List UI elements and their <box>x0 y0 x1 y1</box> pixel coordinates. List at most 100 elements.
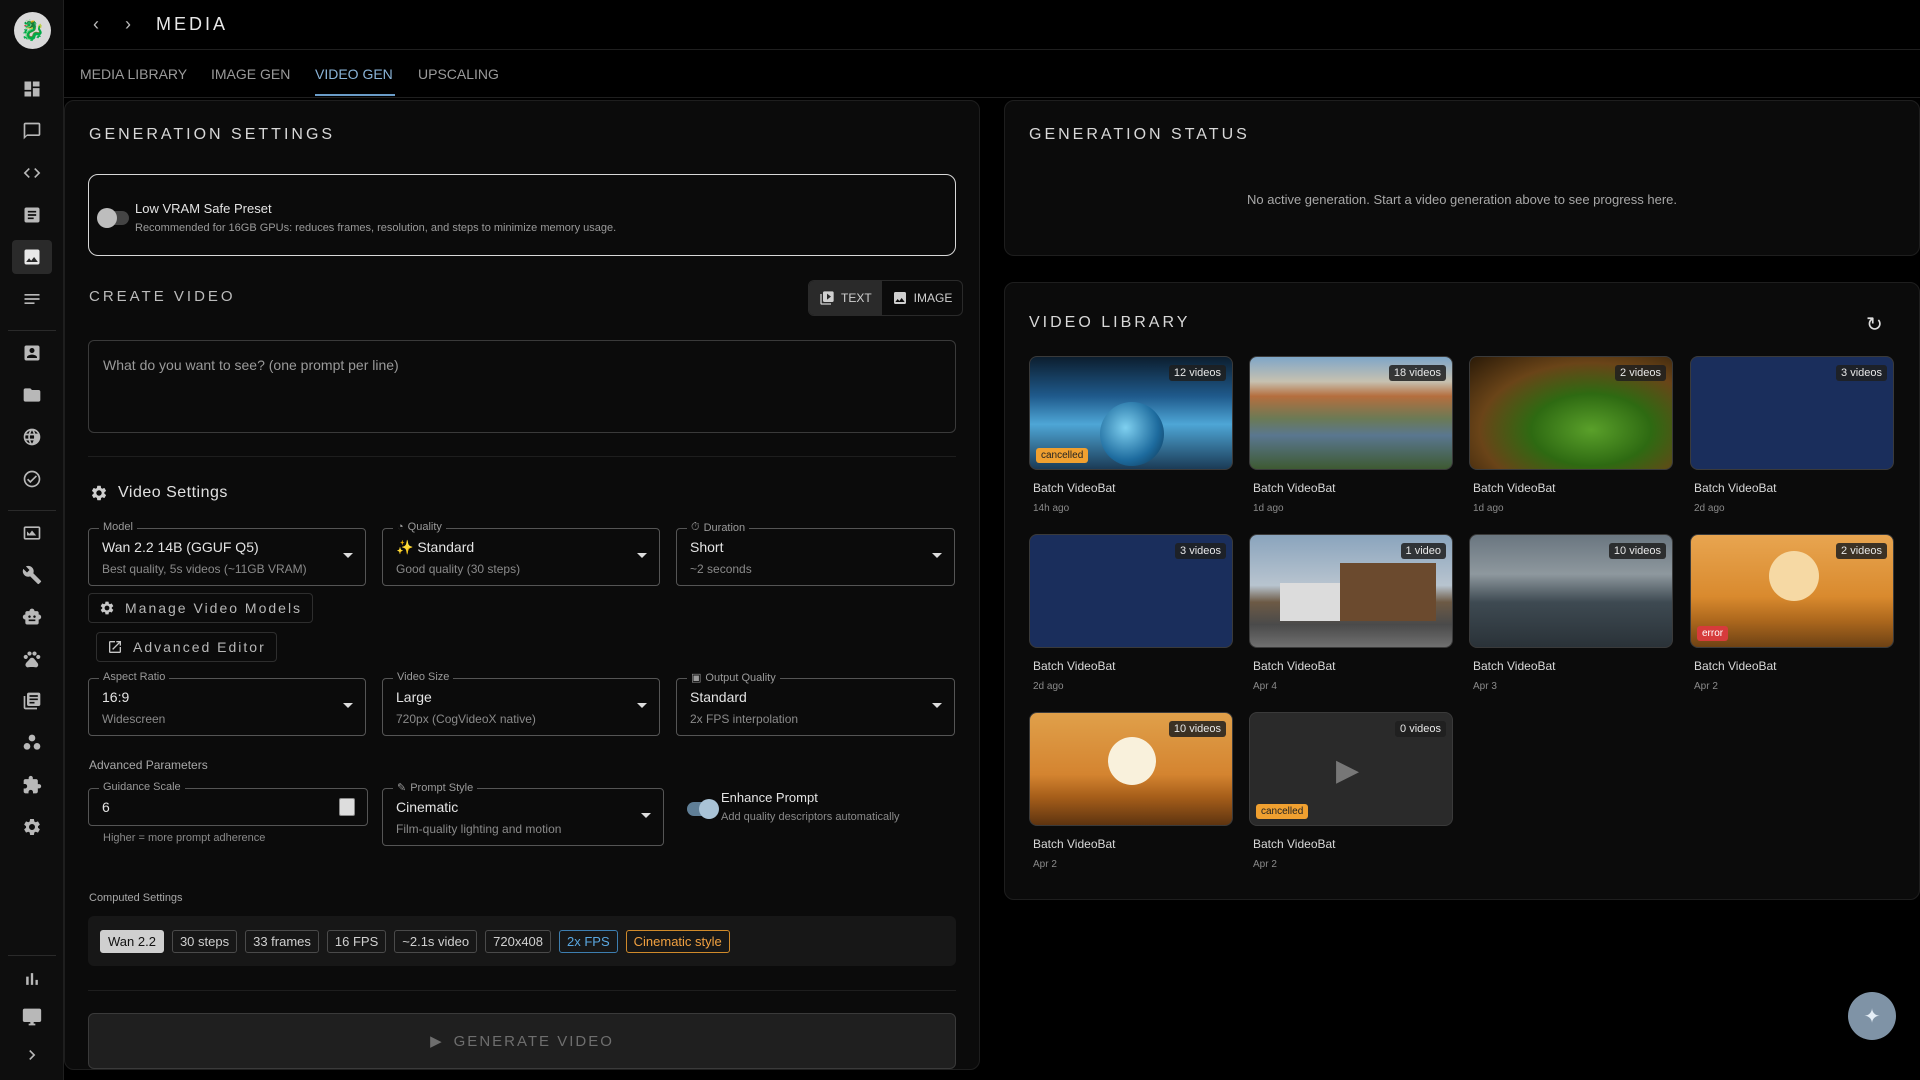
guidance-scale-input[interactable]: Guidance Scale 6 <box>88 781 368 826</box>
model-select[interactable]: Model Wan 2.2 14B (GGUF Q5) Best quality… <box>88 521 366 586</box>
size-label: Video Size <box>393 671 454 683</box>
document-icon[interactable] <box>12 198 52 232</box>
globe-icon[interactable] <box>12 420 52 454</box>
video-count: 2 videos <box>1836 543 1887 559</box>
dropdown-caret-icon <box>637 703 647 708</box>
chip-model: Wan 2.2 <box>100 929 164 953</box>
text-mode-label: TEXT <box>841 291 872 305</box>
library-thumbnail[interactable]: 18 videos <box>1249 356 1453 470</box>
dropdown-caret-icon <box>637 553 647 558</box>
library-thumbnail[interactable]: 2 videos error <box>1690 534 1894 648</box>
output-sub: 2x FPS interpolation <box>690 712 799 726</box>
robot-icon[interactable] <box>12 600 52 634</box>
library-item-date: Apr 4 <box>1253 681 1277 692</box>
library-thumbnail[interactable]: 12 videos cancelled <box>1029 356 1233 470</box>
advanced-parameters-title: Advanced Parameters <box>89 758 208 772</box>
model-value: Wan 2.2 14B (GGUF Q5) <box>102 539 259 555</box>
image-mode-button[interactable]: IMAGE <box>882 281 963 315</box>
notes-icon[interactable] <box>12 282 52 316</box>
aspect-value: 16:9 <box>102 689 130 705</box>
quality-label-wrap: ◔ Quality <box>393 521 446 533</box>
gallery-icon[interactable] <box>12 516 52 550</box>
video-size-select[interactable]: Video Size Large 720px (CogVideoX native… <box>382 671 660 736</box>
expand-sidebar-icon[interactable] <box>12 1038 52 1072</box>
create-video-title: CREATE VIDEO <box>89 288 236 305</box>
aspect-ratio-select[interactable]: Aspect Ratio 16:9 Widescreen <box>88 671 366 736</box>
duration-label: Duration <box>703 521 746 534</box>
prompt-textarea[interactable]: What do you want to see? (one prompt per… <box>88 340 956 433</box>
dashboard-icon[interactable] <box>12 72 52 106</box>
input-mode-toggle: TEXT IMAGE <box>808 280 964 316</box>
manage-video-models-button[interactable]: Manage Video Models <box>88 593 314 623</box>
library-item-title: Batch VideoBat <box>1253 481 1336 495</box>
generate-video-button[interactable]: ▶ GENERATE VIDEO <box>88 1013 956 1069</box>
library-item-title: Batch VideoBat <box>1033 481 1116 495</box>
settings-gear-icon <box>92 485 107 501</box>
preset-title: Low VRAM Safe Preset <box>135 201 272 216</box>
library-thumbnail[interactable]: ▶ 0 videos cancelled <box>1249 712 1453 826</box>
duration-select[interactable]: ⏱ Duration Short ~2 seconds <box>676 521 955 586</box>
chip-length: ~2.1s video <box>394 929 478 953</box>
code-icon[interactable] <box>12 156 52 190</box>
refresh-icon[interactable]: ↻ <box>1866 312 1883 337</box>
assistant-fab-button[interactable]: ✦ <box>1848 992 1896 1040</box>
enhance-prompt-toggle[interactable] <box>687 799 719 819</box>
video-count: 2 videos <box>1615 365 1666 381</box>
library-icon[interactable] <box>12 684 52 718</box>
library-thumbnail[interactable]: 3 videos <box>1029 534 1233 648</box>
wrench-icon[interactable] <box>12 558 52 592</box>
puzzle-icon[interactable] <box>12 768 52 802</box>
prompt-style-select[interactable]: ✎ Prompt Style Cinematic Film-quality lig… <box>382 781 664 846</box>
divider <box>88 990 956 991</box>
library-item-date: 2d ago <box>1033 681 1064 692</box>
tab-upscaling[interactable]: UPSCALING <box>418 66 499 82</box>
low-vram-toggle[interactable] <box>97 208 129 228</box>
tab-media-library[interactable]: MEDIA LIBRARY <box>80 66 187 82</box>
library-item-date: 1d ago <box>1253 503 1284 514</box>
chip-steps: 30 steps <box>171 929 238 953</box>
timer-icon: ⏱ <box>691 521 700 533</box>
tab-image-gen[interactable]: IMAGE GEN <box>211 66 290 82</box>
library-thumbnail[interactable]: 2 videos <box>1469 356 1673 470</box>
duration-sub: ~2 seconds <box>690 562 752 576</box>
quality-select[interactable]: ◔ Quality ✨ Standard Good quality (30 ste… <box>382 521 660 586</box>
output-quality-select[interactable]: ▣ Output Quality Standard 2x FPS interpol… <box>676 671 955 736</box>
video-count: 0 videos <box>1395 721 1446 737</box>
text-mode-button[interactable]: TEXT <box>809 281 882 315</box>
enhance-prompt-title: Enhance Prompt <box>721 790 818 805</box>
library-item-date: 1d ago <box>1473 503 1504 514</box>
dropdown-caret-icon <box>932 703 942 708</box>
tab-video-gen[interactable]: VIDEO GEN <box>315 66 393 82</box>
bar-chart-icon[interactable] <box>12 962 52 996</box>
library-item-date: Apr 3 <box>1473 681 1497 692</box>
media-icon[interactable] <box>12 240 52 274</box>
app-logo[interactable]: 🐉 <box>14 12 51 49</box>
check-circle-icon[interactable] <box>12 462 52 496</box>
library-thumbnail[interactable]: 10 videos <box>1029 712 1233 826</box>
paw-icon[interactable] <box>12 642 52 676</box>
video-settings-title: Video Settings <box>118 484 228 501</box>
dropdown-caret-icon <box>932 553 942 558</box>
generation-settings-title: GENERATION SETTINGS <box>89 126 336 143</box>
sidebar: 🐉 <box>0 0 64 1080</box>
low-vram-preset-card: Low VRAM Safe Preset Recommended for 16G… <box>88 174 956 256</box>
page-title: MEDIA <box>156 14 229 34</box>
monitor-icon[interactable] <box>12 1000 52 1034</box>
video-count: 3 videos <box>1175 543 1226 559</box>
play-icon: ▶ <box>430 1033 444 1050</box>
forward-arrow-icon[interactable]: › <box>112 14 144 35</box>
back-arrow-icon[interactable]: ‹ <box>80 14 112 35</box>
video-count: 10 videos <box>1168 721 1226 737</box>
library-thumbnail[interactable]: 3 videos <box>1690 356 1894 470</box>
settings-gear-icon[interactable] <box>12 810 52 844</box>
workspaces-icon[interactable] <box>12 726 52 760</box>
chip-resolution: 720x408 <box>485 929 552 953</box>
library-thumbnail[interactable]: 10 videos <box>1469 534 1673 648</box>
number-stepper[interactable] <box>339 798 355 816</box>
library-thumbnail[interactable]: 1 video <box>1249 534 1453 648</box>
contacts-icon[interactable] <box>12 336 52 370</box>
advanced-editor-button[interactable]: Advanced Editor <box>96 632 277 662</box>
output-value: Standard <box>690 689 747 705</box>
chat-icon[interactable] <box>12 114 52 148</box>
folder-icon[interactable] <box>12 378 52 412</box>
